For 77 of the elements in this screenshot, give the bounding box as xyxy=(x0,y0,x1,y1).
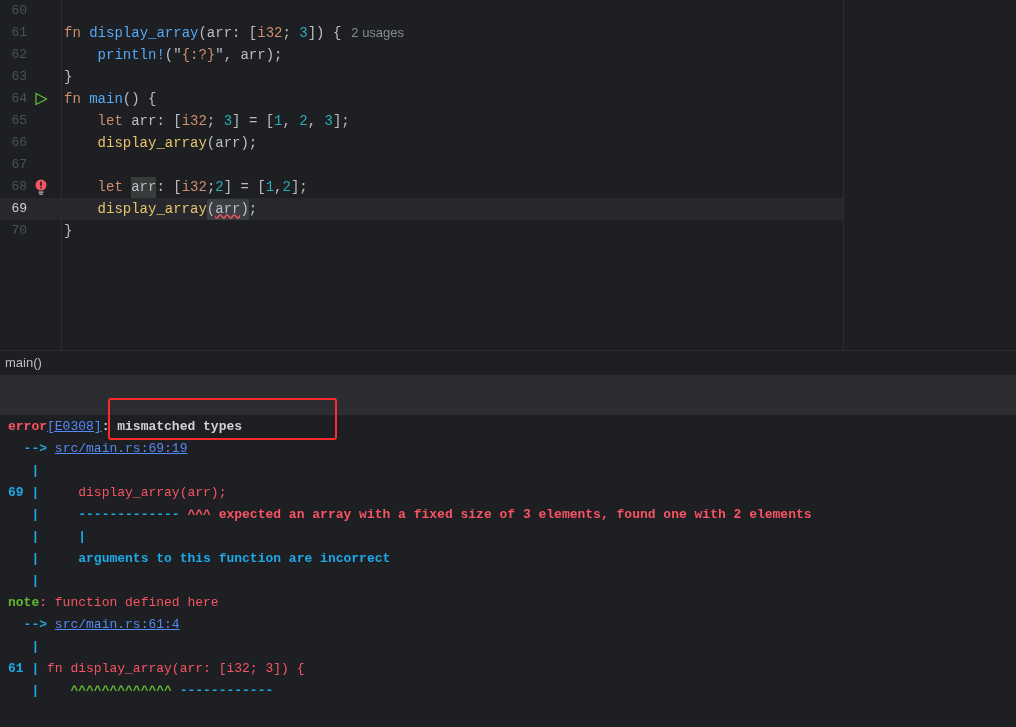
link[interactable]: src/main.rs:69:19 xyxy=(54,439,188,459)
code-token: ; xyxy=(206,111,217,131)
code-token: } xyxy=(64,67,73,87)
code-token: display_array xyxy=(97,133,207,153)
code-token: display_array xyxy=(89,23,199,43)
code-token: , xyxy=(307,111,318,131)
code-token: arr: [ xyxy=(131,111,182,131)
code-token: let xyxy=(97,111,124,131)
code-token: ]) { xyxy=(307,23,342,43)
error-bulb-icon[interactable] xyxy=(35,179,47,195)
code-token: ] = [ xyxy=(223,177,266,197)
console-text: 69 | xyxy=(8,484,40,503)
code-token: display_array xyxy=(97,199,207,219)
code-token: 3 xyxy=(299,23,308,43)
console-text: note xyxy=(8,594,40,613)
code-token: (" xyxy=(164,45,182,65)
code-token: ) xyxy=(240,198,249,220)
code-token: 2 xyxy=(282,177,291,197)
console-text: | xyxy=(78,528,87,547)
code-token: (arr); xyxy=(206,133,258,153)
console-text: 61 | xyxy=(8,660,40,679)
breadcrumb[interactable]: main() xyxy=(5,353,42,373)
code-token: ( xyxy=(206,198,216,220)
code-token: main xyxy=(89,89,123,109)
code-token: ; xyxy=(206,177,216,197)
console-text: ^^^^^^^^^^^^^ xyxy=(70,682,173,701)
console-text: error xyxy=(8,418,47,437)
console-text: : mismatched types xyxy=(101,418,243,437)
console-text: ------------ xyxy=(179,682,274,701)
code-token: ; xyxy=(248,199,258,219)
console-text: | xyxy=(31,506,40,525)
code-token: fn xyxy=(64,89,82,109)
console-text: --> xyxy=(23,616,48,635)
code-token: i32 xyxy=(257,23,283,43)
code-token: 3 xyxy=(324,111,333,131)
code-token: arr xyxy=(215,198,241,220)
code-token: i32 xyxy=(181,177,207,197)
line-number: 69 xyxy=(10,200,27,219)
code-token: 1 xyxy=(274,111,283,131)
code-token: i32 xyxy=(181,111,207,131)
code-token: 2 xyxy=(299,111,308,131)
usages-hint[interactable]: 2 usages xyxy=(351,23,405,43)
code-token: 3 xyxy=(223,111,233,131)
console-text: arguments to this function are incorrect xyxy=(78,550,391,569)
console-text: | xyxy=(31,528,40,547)
run-icon[interactable] xyxy=(34,92,48,106)
console-text: display_array(arr); xyxy=(78,484,227,503)
code-token: () { xyxy=(122,89,157,109)
code-token: 2 xyxy=(215,177,224,197)
console-text: | xyxy=(31,572,40,591)
console-text: | xyxy=(31,550,40,569)
console-text: | xyxy=(31,682,40,701)
console-text: | xyxy=(31,638,40,657)
code-token: ] = [ xyxy=(232,111,275,131)
console-text: fn display_array(arr: [i32; 3]) { xyxy=(47,660,305,679)
console-text: : function defined here xyxy=(39,594,219,613)
code-token: , xyxy=(282,111,292,131)
code-token: (arr: [ xyxy=(198,23,258,43)
console-text: | xyxy=(31,462,40,481)
code-token: fn xyxy=(64,23,82,43)
code-token: ]; xyxy=(290,177,308,197)
code-token: 1 xyxy=(265,177,275,197)
console-text: ^^^ expected an array with a fixed size of 3 elements, found one with 2 elements xyxy=(187,506,812,525)
code-token: let xyxy=(97,177,124,197)
code-token: println! xyxy=(97,45,165,65)
console-text: ------------- xyxy=(78,506,181,525)
link[interactable]: [E0308] xyxy=(47,417,102,437)
code-token: {:?} xyxy=(181,45,216,65)
code-token: ; xyxy=(282,23,292,43)
code-token: : [ xyxy=(156,177,182,197)
code-token: } xyxy=(64,221,73,241)
code-token: , xyxy=(274,177,283,197)
code-token: ]; xyxy=(332,111,350,131)
code-token: ", arr); xyxy=(215,45,283,65)
console-text: --> xyxy=(23,440,48,459)
code-token: arr xyxy=(131,176,157,198)
link[interactable]: src/main.rs:61:4 xyxy=(54,615,180,635)
